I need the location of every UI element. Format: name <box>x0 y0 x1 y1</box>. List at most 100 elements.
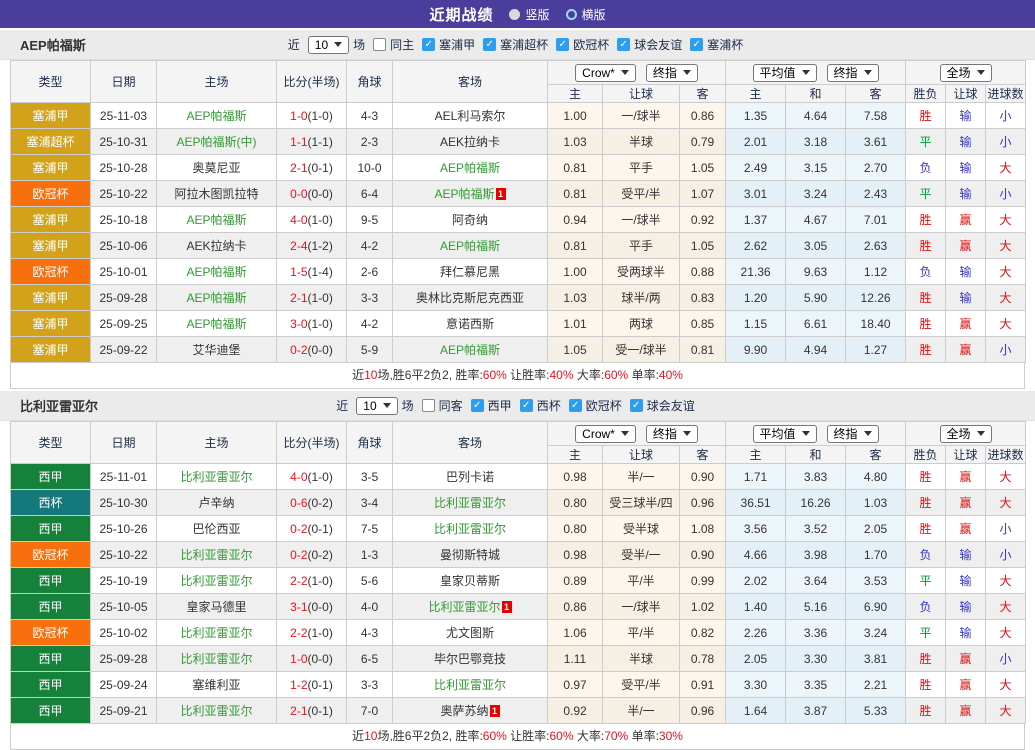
score-cell[interactable]: 2-1(0-1) <box>277 155 347 181</box>
league-badge: 欧冠杯 <box>11 259 91 285</box>
full-time-score[interactable]: 0-2 <box>290 343 307 357</box>
full-time-score[interactable]: 0-0 <box>290 187 307 201</box>
full-time-score[interactable]: 3-0 <box>290 317 307 331</box>
score-cell[interactable]: 1-2(0-1) <box>277 672 347 698</box>
avg-odds-select[interactable]: 平均值 <box>753 425 817 443</box>
full-time-score[interactable]: 4-0 <box>290 470 307 484</box>
league-filter-checkbox-checked[interactable]: ✓ <box>471 399 484 412</box>
league-filter-checkbox-checked[interactable]: ✓ <box>690 38 703 51</box>
full-time-score[interactable]: 2-1 <box>290 161 307 175</box>
result-goals: 小 <box>986 337 1026 363</box>
league-filter-label[interactable]: 塞浦超杯 <box>500 36 548 53</box>
league-filter-label[interactable]: 西杯 <box>537 397 561 414</box>
league-filter-label[interactable]: 球会友谊 <box>634 36 682 53</box>
league-badge: 西甲 <box>11 672 91 698</box>
league-filter-label[interactable]: 塞浦杯 <box>707 36 743 53</box>
score-cell[interactable]: 1-0(0-0) <box>277 646 347 672</box>
same-venue-checkbox-unchecked[interactable] <box>373 38 386 51</box>
score-cell[interactable]: 2-1(0-1) <box>277 698 347 724</box>
league-filter-checkbox-checked[interactable]: ✓ <box>630 399 643 412</box>
league-filter-checkbox-checked[interactable]: ✓ <box>569 399 582 412</box>
league-filter-label[interactable]: 塞浦甲 <box>439 36 475 53</box>
away-team-name: AEK拉纳卡 <box>440 135 500 149</box>
match-date: 25-10-26 <box>91 516 157 542</box>
score-cell[interactable]: 0-0(0-0) <box>277 181 347 207</box>
radio-vertical-label: 竖版 <box>525 6 549 23</box>
home-team: 比利亚雷亚尔 <box>157 698 277 724</box>
full-time-score[interactable]: 2-1 <box>290 704 307 718</box>
score-cell[interactable]: 3-0(1-0) <box>277 311 347 337</box>
score-cell[interactable]: 2-1(1-0) <box>277 285 347 311</box>
score-cell[interactable]: 0-2(0-1) <box>277 516 347 542</box>
score-cell[interactable]: 1-0(1-0) <box>277 103 347 129</box>
avg-time-select[interactable]: 终指 <box>827 64 879 82</box>
full-time-score[interactable]: 2-2 <box>290 626 307 640</box>
column-header: 角球 <box>347 61 393 103</box>
league-filter-checkbox-checked[interactable]: ✓ <box>520 399 533 412</box>
league-filter-checkbox-checked[interactable]: ✓ <box>422 38 435 51</box>
games-count-select[interactable]: 10 <box>356 397 397 415</box>
league-filter-checkbox-checked[interactable]: ✓ <box>556 38 569 51</box>
games-count-select[interactable]: 10 <box>308 36 349 54</box>
league-filter-checkbox-checked[interactable]: ✓ <box>483 38 496 51</box>
odds-time-select[interactable]: 终指 <box>646 64 698 82</box>
full-time-score[interactable]: 1-1 <box>290 135 307 149</box>
score-cell[interactable]: 0-2(0-0) <box>277 337 347 363</box>
score-cell[interactable]: 0-6(0-2) <box>277 490 347 516</box>
full-time-score[interactable]: 3-1 <box>290 600 307 614</box>
score-cell[interactable]: 3-1(0-0) <box>277 594 347 620</box>
full-time-score[interactable]: 2-1 <box>290 291 307 305</box>
home-team: AEP帕福斯(中) <box>157 129 277 155</box>
league-filter-label[interactable]: 球会友谊 <box>647 397 695 414</box>
full-time-score[interactable]: 0-2 <box>290 548 307 562</box>
same-venue-label[interactable]: 同客 <box>439 397 463 414</box>
result-wdl: 平 <box>906 620 946 646</box>
league-filter-checkbox-checked[interactable]: ✓ <box>617 38 630 51</box>
league-filter-label[interactable]: 欧冠杯 <box>586 397 622 414</box>
away-team-name: 拜仁慕尼黑 <box>440 265 500 279</box>
full-time-score[interactable]: 2-2 <box>290 574 307 588</box>
full-time-score[interactable]: 0-6 <box>290 496 307 510</box>
league-filter-label[interactable]: 西甲 <box>488 397 512 414</box>
column-header: 角球 <box>347 422 393 464</box>
score-cell[interactable]: 4-0(1-0) <box>277 464 347 490</box>
column-header: 日期 <box>91 61 157 103</box>
same-venue-label[interactable]: 同主 <box>390 36 414 53</box>
score-cell[interactable]: 2-2(1-0) <box>277 568 347 594</box>
match-scope-select[interactable]: 全场 <box>940 64 992 82</box>
table-row: 塞浦甲25-11-03AEP帕福斯1-0(1-0)4-3AEL利马索尔1.00一… <box>11 103 1026 129</box>
result-goals: 大 <box>986 672 1026 698</box>
layout-radio-vertical[interactable]: 竖版 <box>509 6 549 23</box>
full-time-score[interactable]: 0-2 <box>290 522 307 536</box>
avg-time-select[interactable]: 终指 <box>827 425 879 443</box>
avg-odds-select[interactable]: 平均值 <box>753 64 817 82</box>
odds-time-select[interactable]: 终指 <box>646 425 698 443</box>
handicap-line: 受三球半/四 <box>603 490 680 516</box>
league-filter-label[interactable]: 欧冠杯 <box>573 36 609 53</box>
score-cell[interactable]: 2-4(1-2) <box>277 233 347 259</box>
odds-company-select[interactable]: Crow* <box>575 425 636 443</box>
odds-company-select[interactable]: Crow* <box>575 64 636 82</box>
score-cell[interactable]: 1-5(1-4) <box>277 259 347 285</box>
full-time-score[interactable]: 2-4 <box>290 239 307 253</box>
score-cell[interactable]: 1-1(1-1) <box>277 129 347 155</box>
same-venue-checkbox-unchecked[interactable] <box>422 399 435 412</box>
full-time-score[interactable]: 1-0 <box>290 652 307 666</box>
full-time-score[interactable]: 1-0 <box>290 109 307 123</box>
score-cell[interactable]: 0-2(0-2) <box>277 542 347 568</box>
home-team-name: AEP帕福斯 <box>186 317 246 331</box>
home-team: 比利亚雷亚尔 <box>157 464 277 490</box>
score-cell[interactable]: 4-0(1-0) <box>277 207 347 233</box>
full-time-score[interactable]: 4-0 <box>290 213 307 227</box>
section-summary: 近10场,胜6平2负2, 胜率:60% 让胜率:40% 大率:60% 单率:40… <box>10 363 1025 389</box>
column-header: 主场 <box>157 422 277 464</box>
sub-column-header: 进球数 <box>986 446 1026 464</box>
full-time-score[interactable]: 1-5 <box>290 265 307 279</box>
match-scope-select[interactable]: 全场 <box>940 425 992 443</box>
full-time-score[interactable]: 1-2 <box>290 678 307 692</box>
avg-away-odds: 3.53 <box>846 568 906 594</box>
layout-radio-horizontal[interactable]: 横版 <box>566 6 606 23</box>
score-cell[interactable]: 2-2(1-0) <box>277 620 347 646</box>
header-row-dropdowns: 类型日期主场比分(半场)角球客场Crow*终指平均值终指全场 <box>11 61 1026 85</box>
home-team-name: 皇家马德里 <box>186 600 246 614</box>
